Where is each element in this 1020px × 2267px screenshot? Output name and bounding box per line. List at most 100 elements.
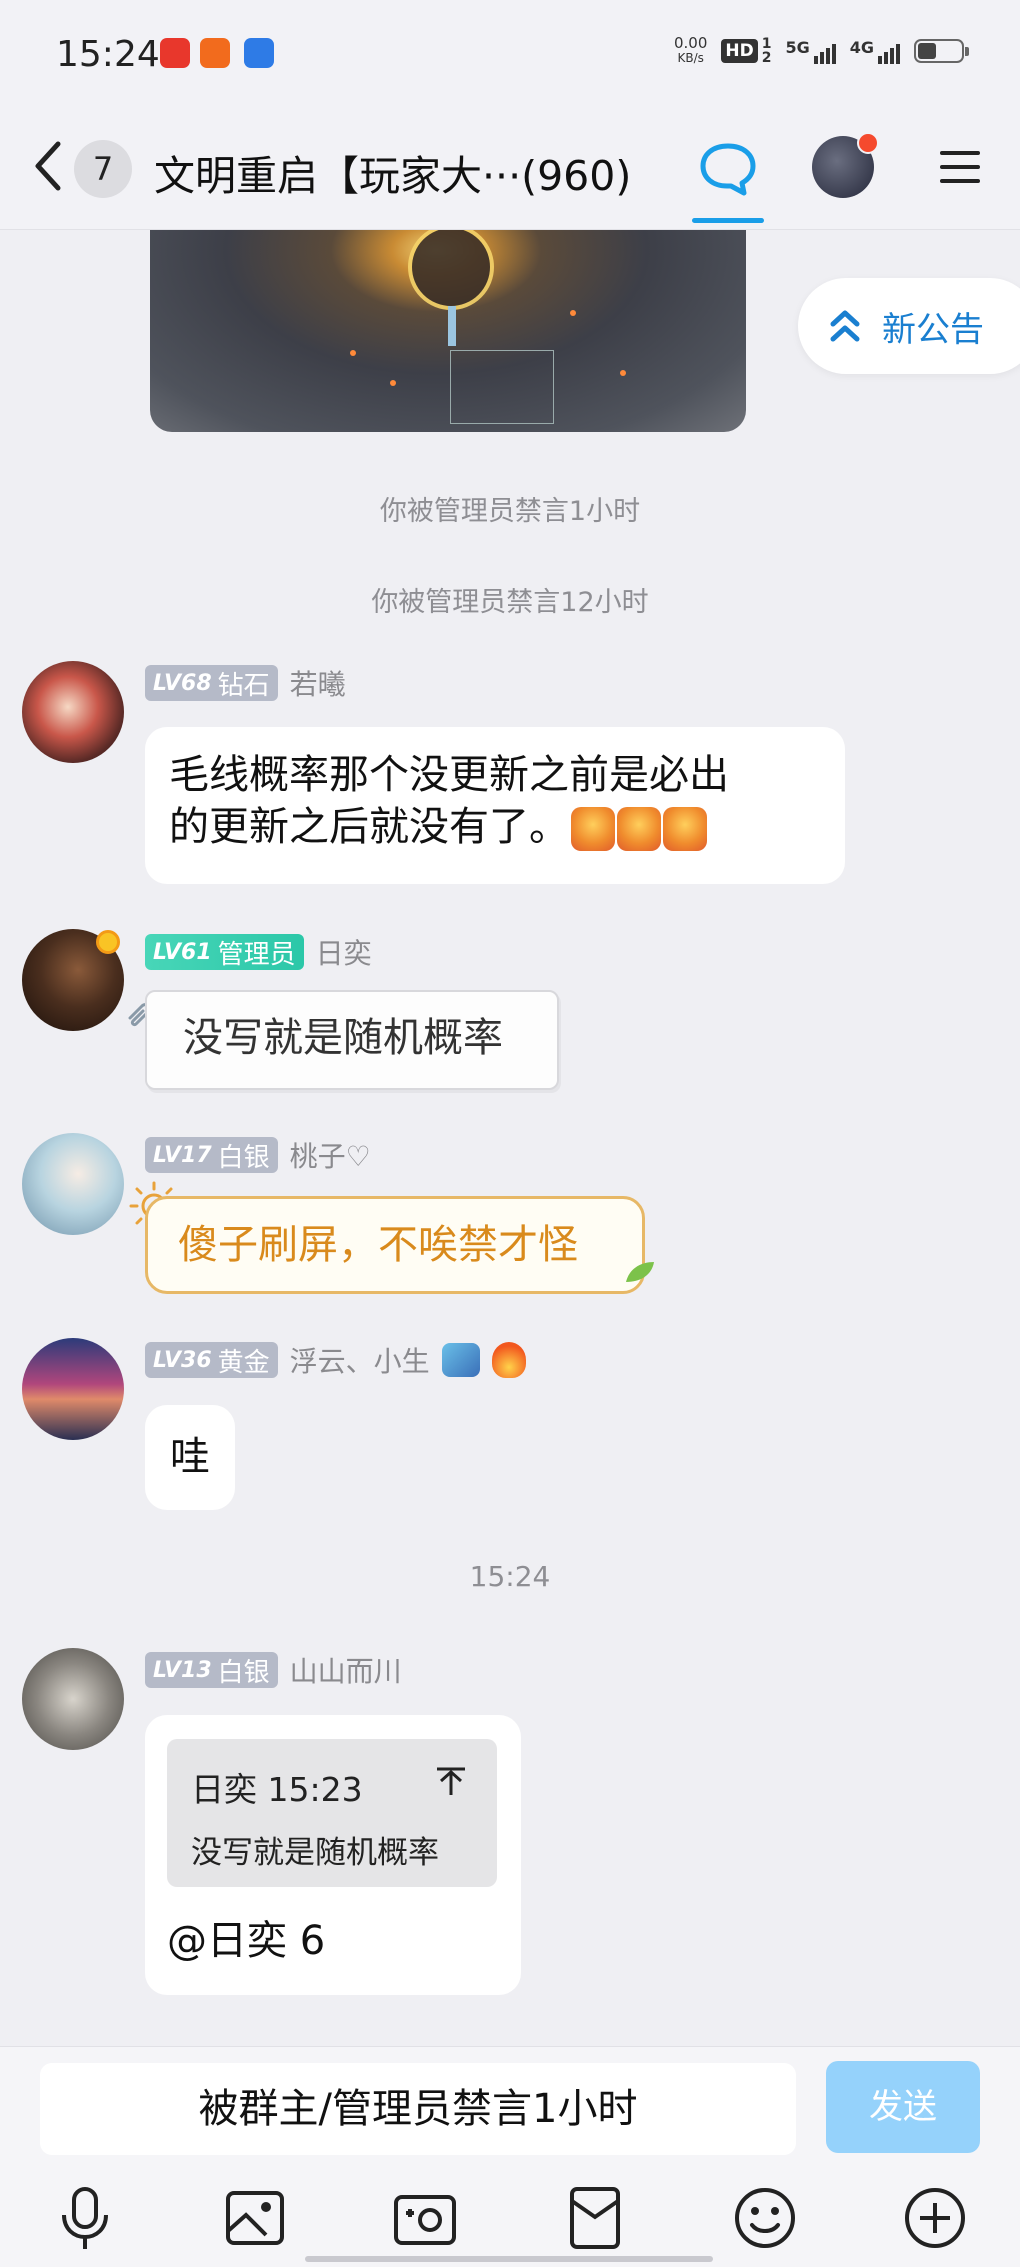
send-button[interactable]: 发送	[826, 2061, 980, 2153]
timestamp: 15:24	[469, 1560, 551, 1593]
message-bubble[interactable]: 毛线概率那个没更新之前是必出 的更新之后就没有了。	[145, 727, 845, 884]
battery-icon	[914, 39, 969, 63]
image-ember	[620, 370, 626, 376]
rank-text: 白银	[217, 1142, 270, 1173]
jump-to-top-icon[interactable]	[435, 1765, 467, 1797]
rank-text: 白银	[217, 1657, 270, 1688]
unread-count-badge[interactable]: 7	[74, 140, 132, 198]
home-indicator	[305, 2256, 713, 2262]
app-notification-icon	[200, 38, 230, 68]
announcement-label: 新公告	[882, 310, 984, 350]
app-notification-icon	[160, 38, 190, 68]
image-picker-icon[interactable]	[220, 2183, 290, 2253]
message-meta: LV13 白银 山山而川	[145, 1650, 402, 1690]
shared-image[interactable]	[150, 230, 746, 432]
gift-emoji-icon	[571, 807, 615, 851]
level-badge: LV17 白银	[145, 1137, 278, 1173]
input-bar: 被群主/管理员禁言1小时 发送	[0, 2046, 1020, 2267]
message-meta: LV68 钻石 若曦	[145, 663, 346, 703]
leaf-icon	[626, 1262, 654, 1282]
chat-title[interactable]: 文明重启【玩家大···(960)	[154, 142, 631, 202]
message-text: 毛线概率那个没更新之前是必出 的更新之后就没有了。	[169, 749, 821, 853]
quoted-message[interactable]: 日奕 15:23 没写就是随机概率	[167, 1739, 497, 1887]
level-badge: LV36 黄金	[145, 1342, 278, 1378]
plus-icon[interactable]	[900, 2183, 970, 2253]
double-chevron-up-icon	[830, 310, 860, 342]
level-text: LV36	[153, 1347, 212, 1373]
signal-label: 5G	[785, 38, 810, 57]
message-meta: LV36 黄金 浮云、小生	[145, 1340, 526, 1380]
net-speed: 0.00 KB/s	[674, 36, 707, 66]
status-time: 15:24	[56, 34, 160, 75]
sender-nickname[interactable]: 山山而川	[290, 1650, 402, 1690]
sim-indicator: 1 2	[762, 37, 772, 65]
sender-nickname[interactable]: 浮云、小生	[290, 1340, 430, 1380]
level-badge: LV68 钻石	[145, 665, 278, 701]
message-bubble[interactable]: 傻子刷屏，不唉禁才怪	[145, 1196, 645, 1294]
level-text: LV61	[153, 939, 212, 965]
status-indicators: 0.00 KB/s HD 1 2 5G 4G	[674, 36, 969, 66]
gift-emoji-icon	[617, 807, 661, 851]
camera-icon[interactable]	[390, 2183, 460, 2253]
new-announcement-button[interactable]: 新公告	[798, 278, 1020, 374]
message-text: @日奕 6	[167, 1918, 326, 1964]
gift-emoji-icon	[663, 807, 707, 851]
message-text-span: 的更新之后就没有了。	[169, 804, 569, 850]
level-badge: LV13 白银	[145, 1652, 278, 1688]
message-meta: LV61 管理员 日奕	[145, 932, 372, 972]
system-message: 你被管理员禁言1小时	[379, 496, 641, 527]
sender-nickname[interactable]: 日奕	[316, 932, 372, 972]
avatar[interactable]	[22, 1648, 124, 1750]
fire-badge-icon	[491, 1342, 526, 1378]
image-frame	[450, 350, 554, 424]
image-emblem	[408, 230, 494, 310]
message-text-line: 毛线概率那个没更新之前是必出	[169, 752, 729, 798]
app-notification-icon	[244, 38, 274, 68]
system-message: 你被管理员禁言12小时	[371, 587, 649, 618]
sender-nickname[interactable]: 若曦	[290, 663, 346, 703]
level-text: LV13	[153, 1657, 212, 1683]
net-speed-value: 0.00	[673, 34, 708, 52]
avatar[interactable]	[22, 1133, 124, 1235]
sim1-label: 1	[761, 36, 772, 52]
red-packet-icon[interactable]	[560, 2183, 630, 2253]
avatar[interactable]	[22, 661, 124, 763]
menu-icon[interactable]	[938, 148, 982, 186]
dragon-badge-icon	[441, 1343, 480, 1377]
chat-bubble-icon[interactable]	[698, 140, 758, 196]
signal-label: 4G	[849, 38, 874, 57]
message-bubble[interactable]: 没写就是随机概率	[145, 990, 559, 1090]
image-ember	[570, 310, 576, 316]
message-text: 傻子刷屏，不唉禁才怪	[178, 1222, 578, 1268]
image-ember	[350, 350, 356, 356]
message-input[interactable]: 被群主/管理员禁言1小时	[40, 2063, 796, 2155]
message-meta: LV17 白银 桃子♡	[145, 1135, 371, 1175]
flower-decoration-icon	[96, 930, 120, 954]
message-text-line: 的更新之后就没有了。	[169, 801, 821, 853]
message-text: 没写就是随机概率	[183, 1015, 503, 1061]
signal-4g-icon: 4G	[850, 38, 900, 64]
status-bar: 15:24 0.00 KB/s HD 1 2 5G 4G	[0, 0, 1020, 110]
image-sword	[448, 306, 456, 346]
message-bubble[interactable]: 日奕 15:23 没写就是随机概率 @日奕 6	[145, 1715, 521, 1995]
chat-header: 7 文明重启【玩家大···(960)	[0, 110, 1020, 230]
input-toolbar	[0, 2183, 1020, 2253]
level-badge: LV61 管理员	[145, 934, 304, 970]
rank-text: 管理员	[217, 939, 296, 970]
level-text: LV68	[153, 670, 212, 696]
rank-text: 钻石	[217, 670, 270, 701]
rank-text: 黄金	[217, 1347, 270, 1378]
quote-author: 日奕 15:23	[191, 1770, 363, 1809]
microphone-icon[interactable]	[50, 2183, 120, 2253]
avatar[interactable]	[22, 1338, 124, 1440]
emoji-icon[interactable]	[730, 2183, 800, 2253]
message-bubble[interactable]: 哇	[145, 1405, 235, 1510]
back-arrow-icon[interactable]	[30, 138, 70, 194]
sim2-label: 2	[761, 50, 772, 66]
hd-icon: HD	[721, 39, 758, 63]
sender-nickname[interactable]: 桃子♡	[290, 1135, 371, 1175]
level-text: LV17	[153, 1142, 212, 1168]
quote-text: 没写就是随机概率	[191, 1835, 439, 1871]
active-tab-indicator	[692, 218, 764, 223]
message-text: 哇	[170, 1434, 210, 1480]
